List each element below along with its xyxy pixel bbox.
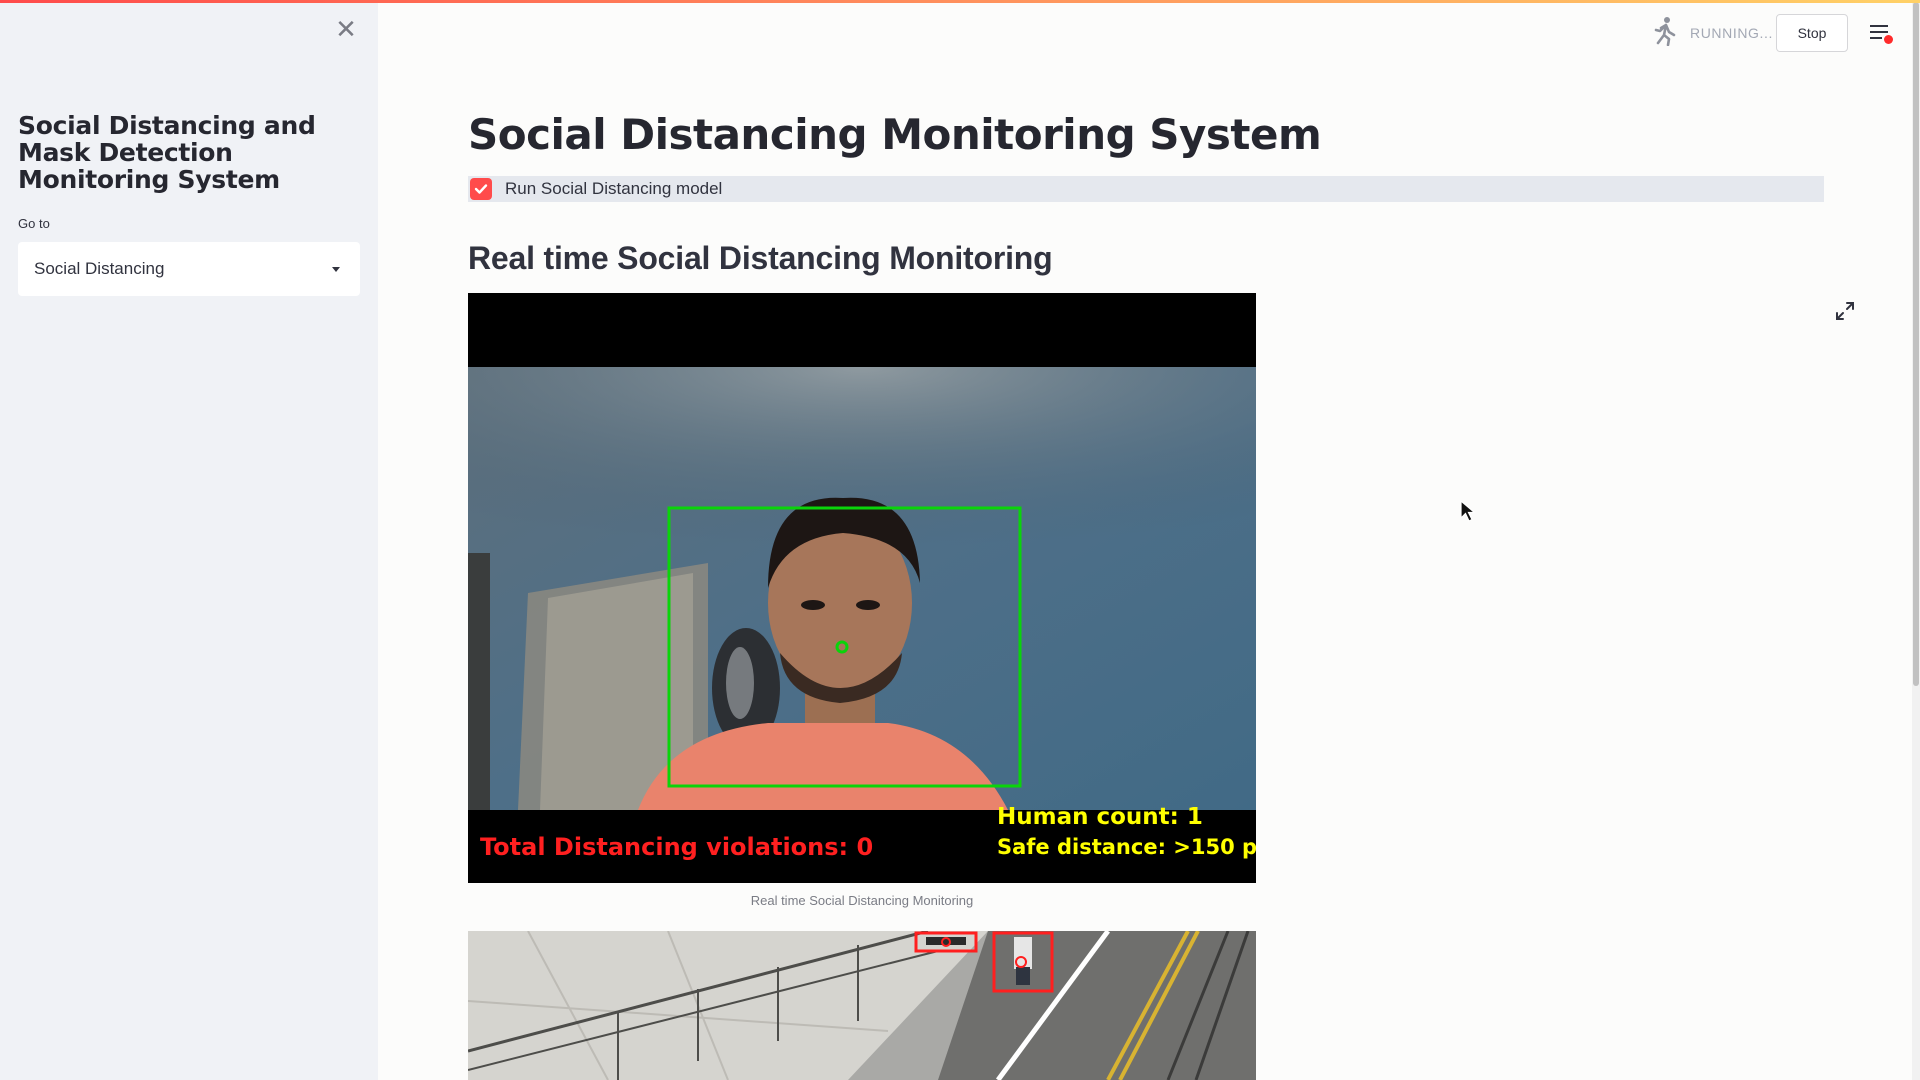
violations-overlay: Total Distancing violations: 0: [480, 833, 874, 861]
sidebar: ✕ Social Distancing and Mask Detection M…: [0, 0, 378, 1080]
video-caption: Real time Social Distancing Monitoring: [750, 893, 974, 908]
hamburger-menu-icon[interactable]: [1866, 18, 1896, 48]
run-model-label: Run Social Distancing model: [505, 179, 723, 198]
sidebar-title: Social Distancing and Mask Detection Mon…: [18, 111, 316, 194]
section-title: Real time Social Distancing Monitoring: [468, 240, 1053, 276]
run-model-checkbox[interactable]: [470, 178, 492, 200]
human-count-overlay: Human count: 1: [997, 804, 1203, 830]
close-icon[interactable]: ✕: [330, 14, 362, 46]
street-video-frame: [468, 931, 1256, 1080]
running-person-icon: [1654, 17, 1676, 46]
page-select-value: Social Distancing: [34, 259, 165, 278]
run-model-checkbox-row[interactable]: Run Social Distancing model: [468, 176, 1824, 202]
webcam-video-frame: Total Distancing violations: 0 Human cou…: [468, 293, 1256, 883]
top-decoration-bar: [0, 0, 1920, 3]
mouse-cursor-icon: [1460, 500, 1477, 522]
page-select[interactable]: Social Distancing: [18, 242, 360, 296]
chevron-down-icon: [332, 266, 340, 272]
street-scene: [468, 931, 1256, 1080]
notification-dot: [1884, 35, 1893, 44]
stop-button[interactable]: Stop: [1776, 14, 1848, 52]
goto-label: Go to: [18, 216, 50, 231]
check-icon: [474, 184, 488, 194]
webcam-scene: [468, 293, 1256, 883]
scrollbar-thumb[interactable]: [1913, 2, 1919, 686]
page-title: Social Distancing Monitoring System: [468, 110, 1322, 159]
fullscreen-icon[interactable]: [1834, 300, 1856, 322]
safe-distance-overlay: Safe distance: >150 px: [997, 835, 1256, 859]
running-status: RUNNING...: [1690, 25, 1773, 41]
